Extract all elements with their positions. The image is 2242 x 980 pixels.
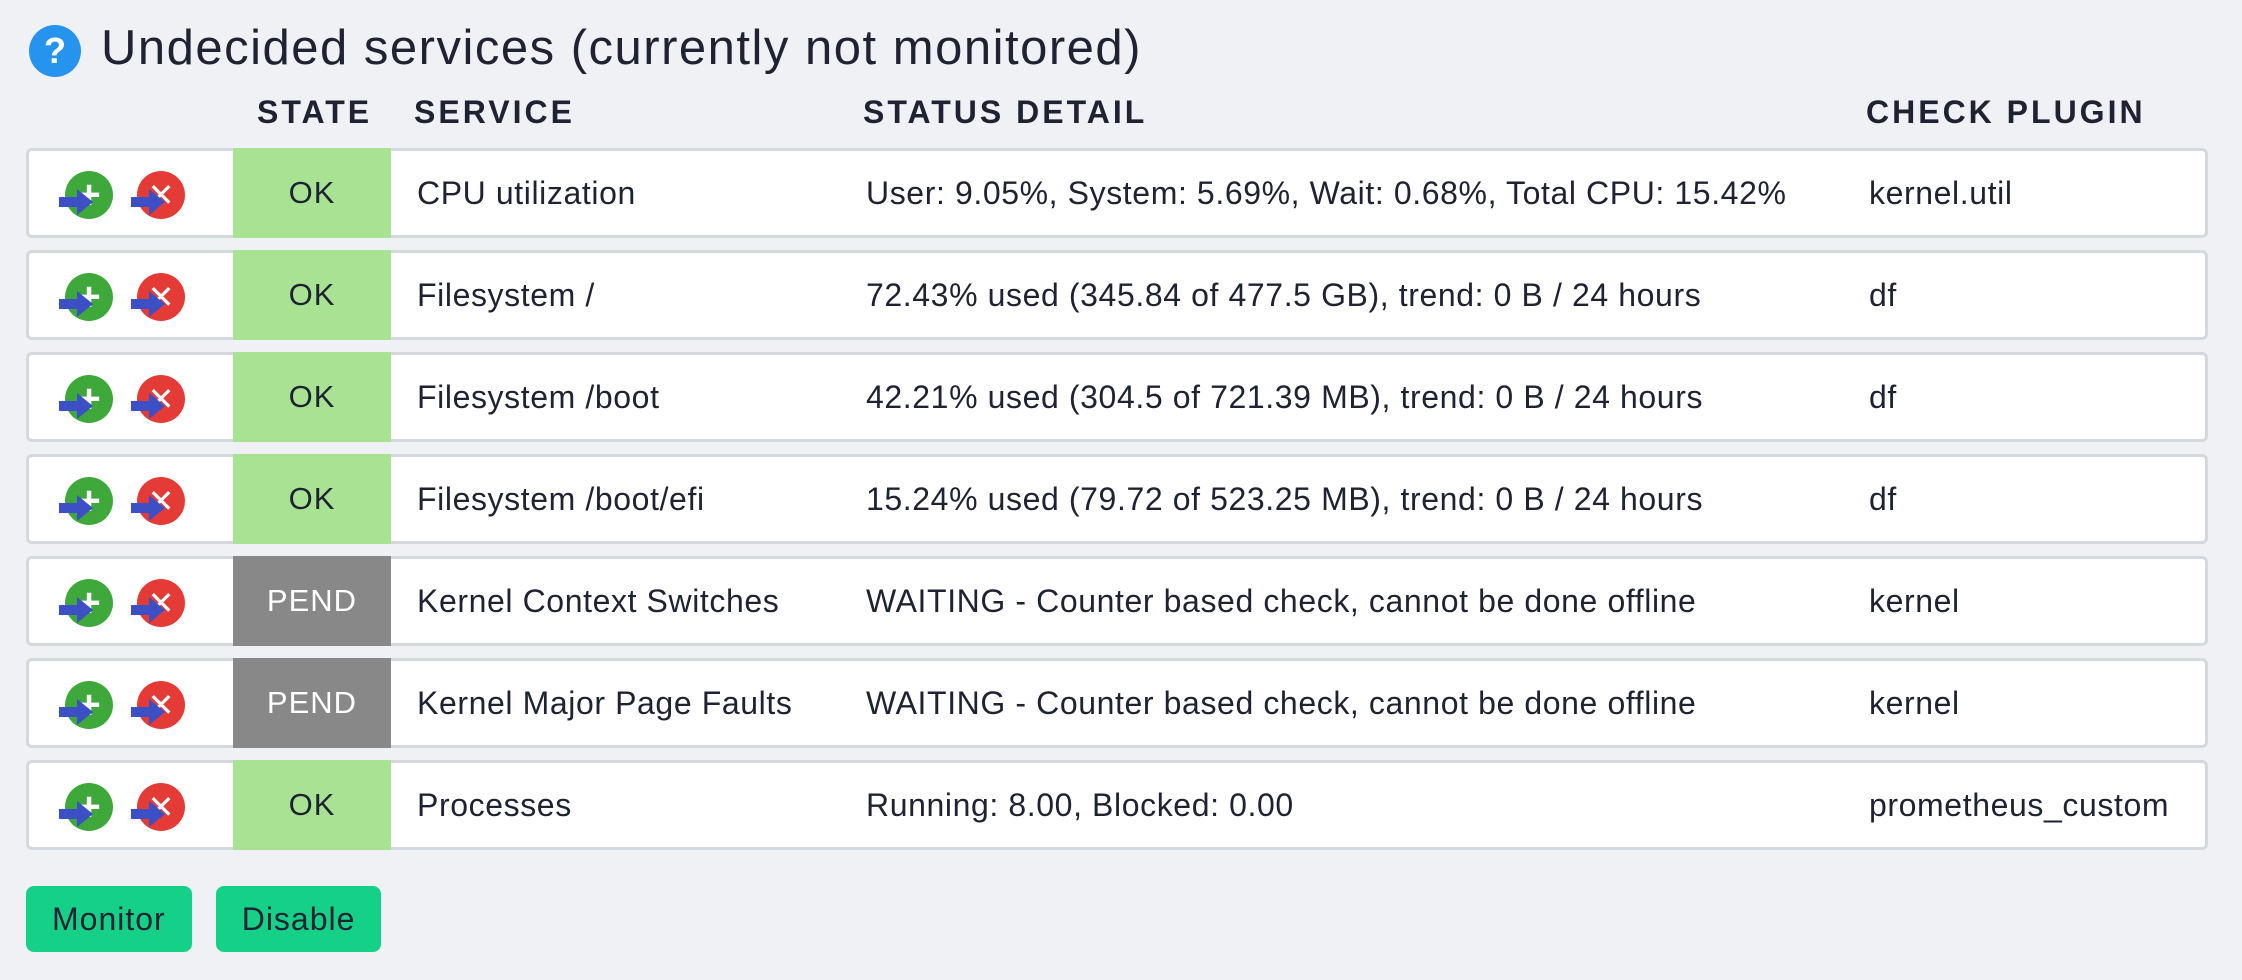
service-name: Kernel Major Page Faults — [417, 685, 793, 721]
status-detail: 15.24% used (79.72 of 523.25 MB), trend:… — [866, 481, 1704, 517]
check-plugin: df — [1869, 481, 1897, 517]
disable-icon[interactable]: ✕ — [131, 477, 185, 529]
service-name: CPU utilization — [417, 175, 636, 211]
row-actions: + ✕ — [59, 783, 203, 835]
state-badge: OK — [233, 148, 391, 238]
state-badge: OK — [233, 760, 391, 850]
disable-icon[interactable]: ✕ — [131, 579, 185, 631]
service-name: Kernel Context Switches — [417, 583, 780, 619]
check-plugin: df — [1869, 379, 1897, 415]
disable-icon[interactable]: ✕ — [131, 273, 185, 325]
row-actions: + ✕ — [59, 477, 203, 529]
monitor-icon[interactable]: + — [59, 783, 113, 835]
monitor-button[interactable]: Monitor — [26, 886, 192, 952]
state-badge: PEND — [233, 556, 391, 646]
row-actions: + ✕ — [59, 681, 203, 733]
state-badge: OK — [233, 454, 391, 544]
table-row[interactable]: + ✕ OK Filesystem /boot/efi 15.24% used (79.… — [26, 454, 2208, 544]
check-plugin: kernel — [1869, 685, 1960, 721]
service-name: Processes — [417, 787, 572, 823]
monitor-icon[interactable]: + — [59, 681, 113, 733]
check-plugin: kernel.util — [1869, 175, 2013, 211]
table-row[interactable]: + ✕ OK Processes Running: 8.00, Blocked: 0.0… — [26, 760, 2208, 850]
help-icon[interactable]: ? — [29, 25, 81, 77]
page-header: ? Undecided services (currently not moni… — [29, 18, 1142, 78]
row-actions: + ✕ — [59, 579, 203, 631]
monitor-icon[interactable]: + — [59, 171, 113, 223]
row-actions: + ✕ — [59, 273, 203, 325]
state-badge: PEND — [233, 658, 391, 748]
table-row[interactable]: + ✕ PEND Kernel Major Page Faults WAITING - … — [26, 658, 2208, 748]
row-actions: + ✕ — [59, 171, 203, 223]
disable-icon[interactable]: ✕ — [131, 681, 185, 733]
page-title: Undecided services (currently not monito… — [101, 21, 1142, 75]
status-detail: WAITING - Counter based check, cannot be… — [866, 685, 1697, 721]
services-table: + ✕ OK CPU utilization User: 9.05%, System: … — [26, 148, 2208, 862]
service-name: Filesystem /boot — [417, 379, 660, 415]
check-plugin: kernel — [1869, 583, 1960, 619]
status-detail: User: 9.05%, System: 5.69%, Wait: 0.68%,… — [866, 175, 1787, 211]
row-actions: + ✕ — [59, 375, 203, 427]
table-header: STATE SERVICE STATUS DETAIL CHECK PLUGIN — [0, 88, 2242, 138]
column-header-state[interactable]: STATE — [257, 94, 372, 131]
status-detail: WAITING - Counter based check, cannot be… — [866, 583, 1697, 619]
column-header-service[interactable]: SERVICE — [414, 94, 575, 131]
monitor-icon[interactable]: + — [59, 477, 113, 529]
state-badge: OK — [233, 352, 391, 442]
service-name: Filesystem / — [417, 277, 595, 313]
check-plugin: prometheus_custom — [1869, 787, 2170, 823]
table-row[interactable]: + ✕ PEND Kernel Context Switches WAITING - C… — [26, 556, 2208, 646]
monitor-icon[interactable]: + — [59, 375, 113, 427]
check-plugin: df — [1869, 277, 1897, 313]
column-header-status-detail[interactable]: STATUS DETAIL — [863, 94, 1147, 131]
table-row[interactable]: + ✕ OK Filesystem /boot 42.21% used (304.5 o… — [26, 352, 2208, 442]
monitor-icon[interactable]: + — [59, 273, 113, 325]
disable-icon[interactable]: ✕ — [131, 171, 185, 223]
service-name: Filesystem /boot/efi — [417, 481, 705, 517]
disable-icon[interactable]: ✕ — [131, 375, 185, 427]
disable-button[interactable]: Disable — [215, 886, 382, 952]
action-bar: Monitor Disable — [26, 886, 405, 952]
table-row[interactable]: + ✕ OK CPU utilization User: 9.05%, System: … — [26, 148, 2208, 238]
state-badge: OK — [233, 250, 391, 340]
monitor-icon[interactable]: + — [59, 579, 113, 631]
disable-icon[interactable]: ✕ — [131, 783, 185, 835]
status-detail: Running: 8.00, Blocked: 0.00 — [866, 787, 1294, 823]
table-row[interactable]: + ✕ OK Filesystem /72.43% used (345.84 of 4… — [26, 250, 2208, 340]
column-header-check-plugin[interactable]: CHECK PLUGIN — [1866, 94, 2146, 131]
status-detail: 72.43% used (345.84 of 477.5 GB), trend:… — [866, 277, 1702, 313]
status-detail: 42.21% used (304.5 of 721.39 MB), trend:… — [866, 379, 1704, 415]
